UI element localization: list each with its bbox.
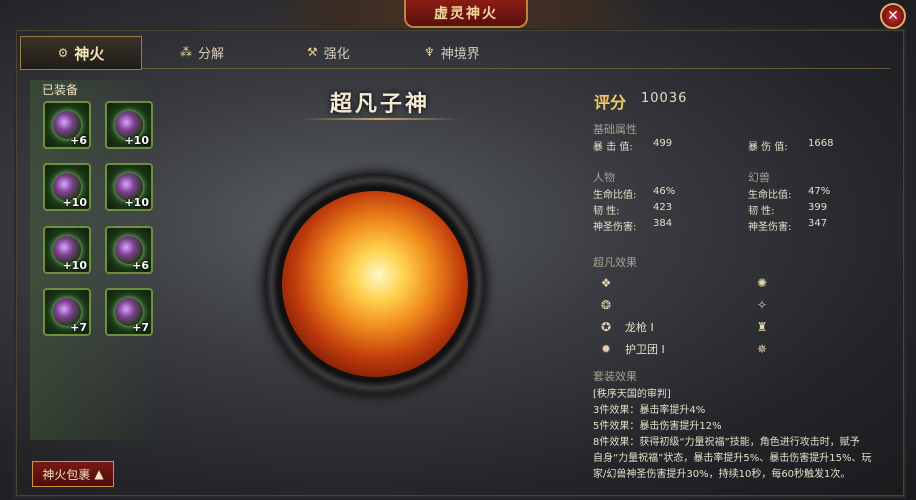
stat-crit: 暴 击 值: 499 bbox=[593, 138, 672, 153]
stat-value: 1668 bbox=[808, 138, 834, 149]
stat-value: 499 bbox=[653, 138, 673, 149]
fire-orb-image bbox=[282, 191, 468, 377]
effect-sun-icon[interactable]: ✺ bbox=[754, 275, 770, 291]
equip-slot[interactable]: +10 bbox=[43, 163, 91, 211]
base-attr-title: 基础属性 bbox=[593, 123, 637, 136]
equip-slot[interactable]: +7 bbox=[43, 288, 91, 336]
effect-guard: 护卫团 I bbox=[625, 343, 665, 356]
stat-critdmg: 暴 伤 值: 1668 bbox=[748, 138, 833, 153]
equip-slot[interactable]: +10 bbox=[105, 163, 153, 211]
scatter-icon: ⁂ bbox=[180, 45, 192, 59]
stat-human-holy: 神圣伤害: 384 bbox=[593, 218, 672, 233]
stat-label: 生命比值: bbox=[593, 190, 637, 201]
effect-lotus-icon[interactable]: ❂ bbox=[598, 297, 614, 313]
stat-label: 暴 击 值: bbox=[593, 142, 633, 153]
effect-dragon-gun: 龙枪 I bbox=[625, 321, 654, 334]
stat-value: 47% bbox=[808, 186, 831, 197]
stat-value: 46% bbox=[653, 186, 676, 197]
effect-star-icon[interactable]: ✧ bbox=[754, 297, 770, 313]
name-divider bbox=[300, 118, 460, 120]
stat-value: 423 bbox=[653, 202, 673, 213]
close-icon: ✕ bbox=[887, 8, 899, 24]
stat-label: 韧 性: bbox=[748, 206, 775, 217]
enhance-level: +6 bbox=[132, 259, 149, 272]
tab-shenjingjie[interactable]: ♆ 神境界 bbox=[424, 36, 480, 68]
set-line-8b: 自身“力量祝福”状态，暴击率提升5%、暴击伤害提升15%、玩 bbox=[593, 453, 872, 464]
dragon-gun-icon[interactable]: ✪ bbox=[598, 319, 614, 335]
shenhuo-bag-button[interactable]: 神火包裹 ▲ bbox=[32, 461, 114, 487]
stat-value: 399 bbox=[808, 202, 828, 213]
game-window: 虚灵神火 ✕ ⚙ 神火 ⁂ 分解 ⚒ 强化 ♆ 神境界 已装备 +6 +10 +… bbox=[0, 0, 916, 500]
score-value: 10036 bbox=[641, 91, 688, 106]
equip-slot[interactable]: +6 bbox=[105, 226, 153, 274]
hammer-icon: ⚒ bbox=[307, 45, 318, 59]
tab-bar: ⚙ 神火 ⁂ 分解 ⚒ 强化 ♆ 神境界 bbox=[20, 36, 890, 70]
tab-label: 神火 bbox=[74, 44, 105, 63]
human-title: 人物 bbox=[593, 171, 615, 184]
enhance-level: +7 bbox=[132, 321, 149, 334]
enhance-level: +10 bbox=[124, 196, 149, 209]
score-label: 评分 bbox=[594, 93, 627, 112]
stat-beast-holy: 神圣伤害: 347 bbox=[748, 218, 827, 233]
equip-slot[interactable]: +6 bbox=[43, 101, 91, 149]
triangle-up-icon: ▲ bbox=[94, 467, 104, 481]
enhance-level: +6 bbox=[70, 134, 87, 147]
effect-totem-icon[interactable]: ♜ bbox=[754, 319, 770, 335]
enhance-level: +10 bbox=[124, 134, 149, 147]
equip-slot[interactable]: +10 bbox=[105, 101, 153, 149]
tab-label: 神境界 bbox=[440, 46, 480, 62]
guard-icon[interactable]: ✹ bbox=[598, 341, 614, 357]
equip-slot[interactable]: +7 bbox=[105, 288, 153, 336]
set-line-8c: 家/幻兽神圣伤害提升30%，持续10秒，每60秒触发1次。 bbox=[593, 469, 851, 480]
set-line-3: 3件效果：暴击率提升4% bbox=[593, 405, 706, 416]
tab-fenjie[interactable]: ⁂ 分解 bbox=[180, 36, 224, 68]
stat-beast-tough: 韧 性: 399 bbox=[748, 202, 827, 217]
realm-icon: ♆ bbox=[424, 45, 435, 59]
effect-eye-icon[interactable]: ✵ bbox=[754, 341, 770, 357]
stat-label: 暴 伤 值: bbox=[748, 142, 788, 153]
enhance-level: +7 bbox=[70, 321, 87, 334]
tab-label: 强化 bbox=[323, 46, 350, 62]
equipped-label: 已装备 bbox=[42, 83, 79, 97]
close-button[interactable]: ✕ bbox=[880, 3, 906, 29]
enhance-level: +10 bbox=[62, 259, 87, 272]
enhance-level: +10 bbox=[62, 196, 87, 209]
set-line-5: 5件效果：暴击伤害提升12% bbox=[593, 421, 722, 432]
stat-beast-hp: 生命比值: 47% bbox=[748, 186, 830, 201]
effect-rune-icon[interactable]: ❖ bbox=[598, 275, 614, 291]
window-title: 虚灵神火 bbox=[434, 6, 498, 22]
stat-label: 神圣伤害: bbox=[748, 222, 792, 233]
set-line-8a: 8件效果：获得初级“力量祝福”技能，角色进行攻击时，赋予 bbox=[593, 437, 860, 448]
tab-label: 分解 bbox=[198, 46, 225, 62]
tab-qianghua[interactable]: ⚒ 强化 bbox=[307, 36, 350, 68]
equip-slot[interactable]: +10 bbox=[43, 226, 91, 274]
stat-human-hp: 生命比值: 46% bbox=[593, 186, 675, 201]
bag-button-label: 神火包裹 bbox=[42, 467, 91, 482]
set-title: 套装效果 bbox=[593, 370, 637, 383]
item-name: 超凡子神 bbox=[329, 91, 430, 117]
stat-value: 347 bbox=[808, 218, 828, 229]
set-name: [秩序天国的审判] bbox=[593, 389, 671, 400]
effects-title: 超凡效果 bbox=[593, 256, 637, 269]
stat-label: 神圣伤害: bbox=[593, 222, 637, 233]
stat-label: 韧 性: bbox=[593, 206, 620, 217]
flame-icon: ⚙ bbox=[57, 46, 69, 60]
beast-title: 幻兽 bbox=[748, 171, 770, 184]
window-title-plaque: 虚灵神火 bbox=[404, 0, 528, 28]
tab-shenhuo[interactable]: ⚙ 神火 bbox=[20, 36, 142, 70]
stat-value: 384 bbox=[653, 218, 673, 229]
stat-human-tough: 韧 性: 423 bbox=[593, 202, 672, 217]
stat-label: 生命比值: bbox=[748, 190, 792, 201]
